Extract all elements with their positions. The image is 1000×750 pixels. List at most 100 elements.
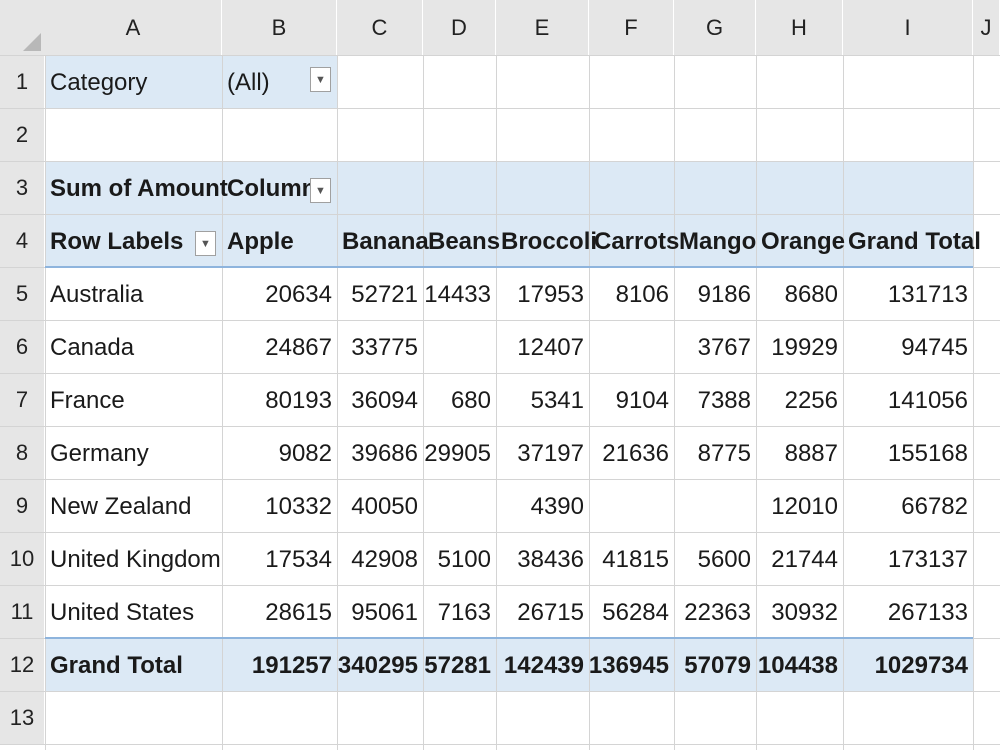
value-cell[interactable]: 22363 <box>674 588 756 638</box>
row-label-cell[interactable]: New Zealand <box>45 482 222 532</box>
value-cell[interactable]: 680 <box>423 376 496 426</box>
row-label-cell[interactable]: Canada <box>45 323 222 373</box>
value-cell[interactable]: 80193 <box>222 376 337 426</box>
value-cell[interactable]: 12407 <box>496 323 589 373</box>
row-header-12[interactable]: 12 <box>0 639 44 691</box>
product-header-beans[interactable]: Beans <box>423 217 500 267</box>
value-cell[interactable] <box>423 323 496 373</box>
value-cell[interactable]: 19929 <box>756 323 843 373</box>
grand-total-value-cell[interactable]: 136945 <box>589 641 674 691</box>
column-header-f[interactable]: F <box>589 0 673 55</box>
value-cell[interactable]: 5341 <box>496 376 589 426</box>
value-cell[interactable]: 8680 <box>756 270 843 320</box>
grand-total-value-cell[interactable]: 104438 <box>756 641 843 691</box>
value-cell[interactable]: 56284 <box>589 588 674 638</box>
column-header-d[interactable]: D <box>423 0 495 55</box>
row-header-3[interactable]: 3 <box>0 162 44 214</box>
value-cell[interactable]: 4390 <box>496 482 589 532</box>
value-cell[interactable]: 7388 <box>674 376 756 426</box>
row-label-cell[interactable]: United Kingdom <box>45 535 222 585</box>
grand-total-label-cell[interactable]: Grand Total <box>45 641 222 691</box>
value-cell[interactable]: 8775 <box>674 429 756 479</box>
row-total-cell[interactable]: 267133 <box>843 588 973 638</box>
value-cell[interactable]: 42908 <box>337 535 423 585</box>
value-cell[interactable] <box>423 482 496 532</box>
product-header-broccoli[interactable]: Broccoli <box>496 217 597 267</box>
value-cell[interactable]: 14433 <box>423 270 496 320</box>
row-total-cell[interactable]: 141056 <box>843 376 973 426</box>
row-header-2[interactable]: 2 <box>0 109 44 161</box>
value-cell[interactable]: 17953 <box>496 270 589 320</box>
value-cell[interactable]: 38436 <box>496 535 589 585</box>
row-label-cell[interactable]: France <box>45 376 222 426</box>
select-all-corner[interactable] <box>0 0 45 55</box>
filter-label-cell[interactable]: Category <box>45 58 222 108</box>
row-header-13[interactable]: 13 <box>0 692 44 744</box>
row-total-cell[interactable]: 94745 <box>843 323 973 373</box>
grand-total-value-cell[interactable]: 57281 <box>423 641 496 691</box>
column-header-i[interactable]: I <box>843 0 972 55</box>
row-header-10[interactable]: 10 <box>0 533 44 585</box>
row-header-11[interactable]: 11 <box>0 586 44 638</box>
value-cell[interactable]: 21636 <box>589 429 674 479</box>
row-header-1[interactable]: 1 <box>0 56 44 108</box>
value-cell[interactable]: 5100 <box>423 535 496 585</box>
product-header-mango[interactable]: Mango <box>674 217 756 267</box>
value-cell[interactable]: 41815 <box>589 535 674 585</box>
values-label-cell[interactable]: Sum of Amount <box>45 164 228 214</box>
value-cell[interactable]: 17534 <box>222 535 337 585</box>
grand-total-value-cell[interactable]: 340295 <box>337 641 423 691</box>
product-header-orange[interactable]: Orange <box>756 217 845 267</box>
value-cell[interactable]: 33775 <box>337 323 423 373</box>
column-header-b[interactable]: B <box>222 0 336 55</box>
value-cell[interactable]: 5600 <box>674 535 756 585</box>
value-cell[interactable]: 21744 <box>756 535 843 585</box>
grand-total-value-cell[interactable]: 57079 <box>674 641 756 691</box>
column-header-g[interactable]: G <box>674 0 755 55</box>
grand-total-header[interactable]: Grand Total <box>843 217 981 267</box>
row-total-cell[interactable]: 131713 <box>843 270 973 320</box>
value-cell[interactable]: 10332 <box>222 482 337 532</box>
row-labels-dropdown-icon[interactable]: ▼ <box>195 231 216 256</box>
column-header-a[interactable]: A <box>45 0 221 55</box>
row-label-cell[interactable]: Australia <box>45 270 222 320</box>
filter-dropdown-icon[interactable]: ▼ <box>310 67 331 92</box>
row-label-cell[interactable]: United States <box>45 588 222 638</box>
value-cell[interactable]: 29905 <box>423 429 496 479</box>
grand-total-value-cell[interactable]: 191257 <box>222 641 337 691</box>
value-cell[interactable]: 95061 <box>337 588 423 638</box>
value-cell[interactable]: 24867 <box>222 323 337 373</box>
value-cell[interactable] <box>589 323 674 373</box>
product-header-apple[interactable]: Apple <box>222 217 337 267</box>
row-total-cell[interactable]: 66782 <box>843 482 973 532</box>
product-header-banana[interactable]: Banana <box>337 217 429 267</box>
value-cell[interactable]: 2256 <box>756 376 843 426</box>
grand-total-value-cell[interactable]: 142439 <box>496 641 589 691</box>
row-header-6[interactable]: 6 <box>0 321 44 373</box>
value-cell[interactable]: 39686 <box>337 429 423 479</box>
row-header-9[interactable]: 9 <box>0 480 44 532</box>
grand-total-sum-cell[interactable]: 1029734 <box>843 641 973 691</box>
value-cell[interactable]: 26715 <box>496 588 589 638</box>
value-cell[interactable]: 52721 <box>337 270 423 320</box>
row-header-8[interactable]: 8 <box>0 427 44 479</box>
value-cell[interactable]: 37197 <box>496 429 589 479</box>
value-cell[interactable] <box>674 482 756 532</box>
value-cell[interactable]: 8106 <box>589 270 674 320</box>
row-header-7[interactable]: 7 <box>0 374 44 426</box>
column-header-h[interactable]: H <box>756 0 842 55</box>
row-total-cell[interactable]: 173137 <box>843 535 973 585</box>
column-header-c[interactable]: C <box>337 0 422 55</box>
value-cell[interactable]: 40050 <box>337 482 423 532</box>
value-cell[interactable]: 9082 <box>222 429 337 479</box>
value-cell[interactable]: 20634 <box>222 270 337 320</box>
row-total-cell[interactable]: 155168 <box>843 429 973 479</box>
value-cell[interactable]: 36094 <box>337 376 423 426</box>
row-header-5[interactable]: 5 <box>0 268 44 320</box>
value-cell[interactable]: 28615 <box>222 588 337 638</box>
product-header-carrots[interactable]: Carrots <box>589 217 679 267</box>
value-cell[interactable]: 9186 <box>674 270 756 320</box>
row-header-4[interactable]: 4 <box>0 215 44 267</box>
value-cell[interactable]: 8887 <box>756 429 843 479</box>
row-label-cell[interactable]: Germany <box>45 429 222 479</box>
